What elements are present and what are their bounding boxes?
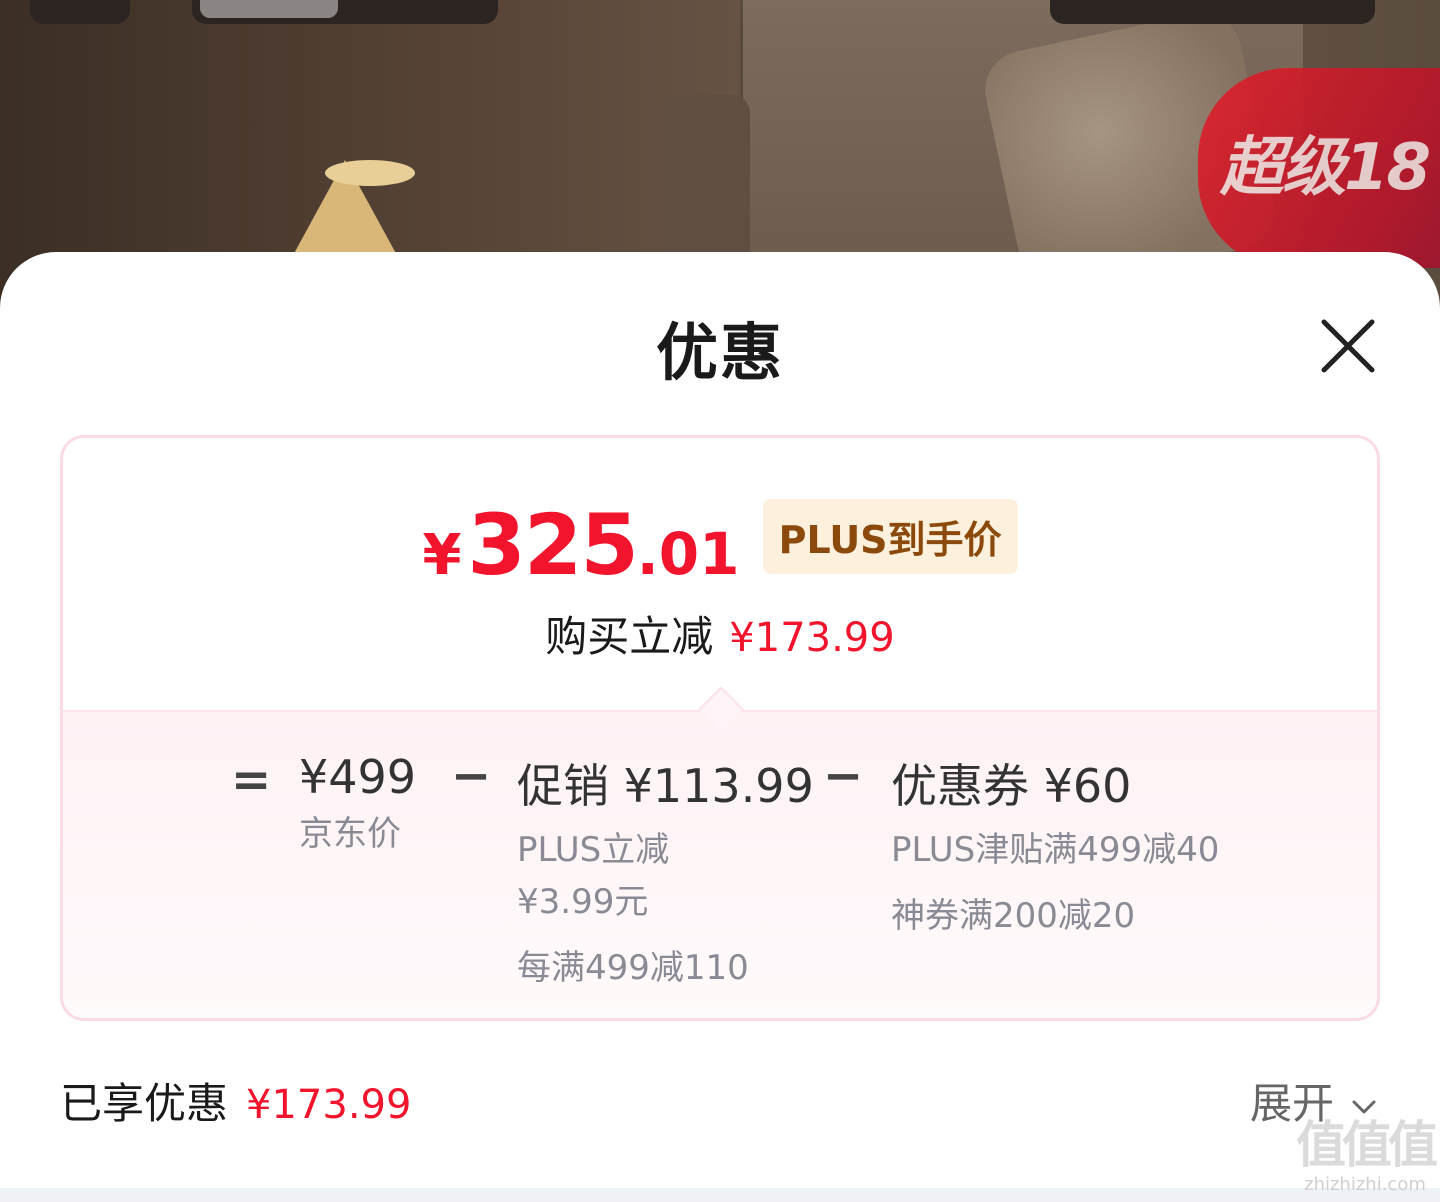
sheet-title: 优惠: [655, 316, 784, 389]
media-tabs[interactable]: [192, 0, 498, 24]
base-price-label: 京东价: [299, 814, 401, 854]
plus-price-tag: PLUS到手价: [762, 498, 1018, 574]
promotion-detail: PLUS立减: [517, 830, 670, 870]
close-button[interactable]: [1316, 314, 1380, 378]
final-price: ¥325.01: [422, 496, 739, 594]
watermark-url: zhizhizhi.com: [1304, 1174, 1426, 1195]
breakdown-base: ¥499 京东价: [299, 750, 416, 860]
breakdown-coupon: 优惠券 ¥60 PLUS津贴满499减40 神券满200减20: [891, 750, 1219, 942]
total-discount-label: 已享优惠: [60, 1079, 229, 1128]
bottom-strip: [0, 1188, 1440, 1202]
price-integer: 325: [467, 496, 638, 594]
coupon-detail: 神券满200减20: [891, 896, 1136, 936]
watermark-logo: 值值值: [1296, 1116, 1438, 1174]
top-actions[interactable]: [1050, 0, 1375, 24]
discount-sheet: 优惠 ¥325.01 PLUS到手价 购买立减 ¥173.99 = ¥499 京东…: [0, 252, 1440, 1202]
instant-reduce-row: 购买立减 ¥173.99: [63, 603, 1377, 664]
equals-sign: =: [231, 752, 272, 808]
back-button[interactable]: [30, 0, 130, 24]
currency-symbol: ¥: [422, 523, 462, 588]
price-decimal: .01: [636, 520, 740, 588]
media-tab-active[interactable]: [200, 0, 338, 18]
coupon-detail: PLUS津贴满499减40: [891, 830, 1220, 870]
total-discount-row: 已享优惠 ¥173.99: [60, 1070, 411, 1131]
minus-sign: −: [823, 748, 864, 804]
price-card: ¥325.01 PLUS到手价 购买立减 ¥173.99 = ¥499 京东价 −…: [60, 435, 1380, 1021]
site-watermark: 值值值 zhizhizhi.com: [1290, 1115, 1440, 1195]
promo-badge: 超级18: [1198, 68, 1440, 268]
coupon-amount: 优惠券 ¥60: [891, 759, 1132, 813]
promotion-detail: 每满499减110: [517, 948, 749, 988]
instant-reduce-label: 购买立减: [545, 612, 714, 661]
price-breakdown: = ¥499 京东价 − 促销 ¥113.99 PLUS立减 ¥3.99元 每满…: [63, 710, 1377, 1018]
price-summary: ¥325.01 PLUS到手价 购买立减 ¥173.99: [63, 438, 1377, 710]
lamp-top-shape: [325, 160, 415, 186]
total-discount-amount: ¥173.99: [246, 1082, 412, 1128]
close-icon: [1321, 319, 1375, 373]
base-price: ¥499: [299, 750, 417, 804]
promotion-amount: 促销 ¥113.99: [517, 759, 814, 813]
minus-sign: −: [451, 748, 492, 804]
breakdown-promotion: 促销 ¥113.99 PLUS立减 ¥3.99元 每满499减110: [517, 750, 814, 994]
instant-reduce-amount: ¥173.99: [729, 615, 895, 661]
promotion-detail: ¥3.99元: [517, 882, 649, 922]
final-price-row: ¥325.01 PLUS到手价: [63, 496, 1377, 594]
